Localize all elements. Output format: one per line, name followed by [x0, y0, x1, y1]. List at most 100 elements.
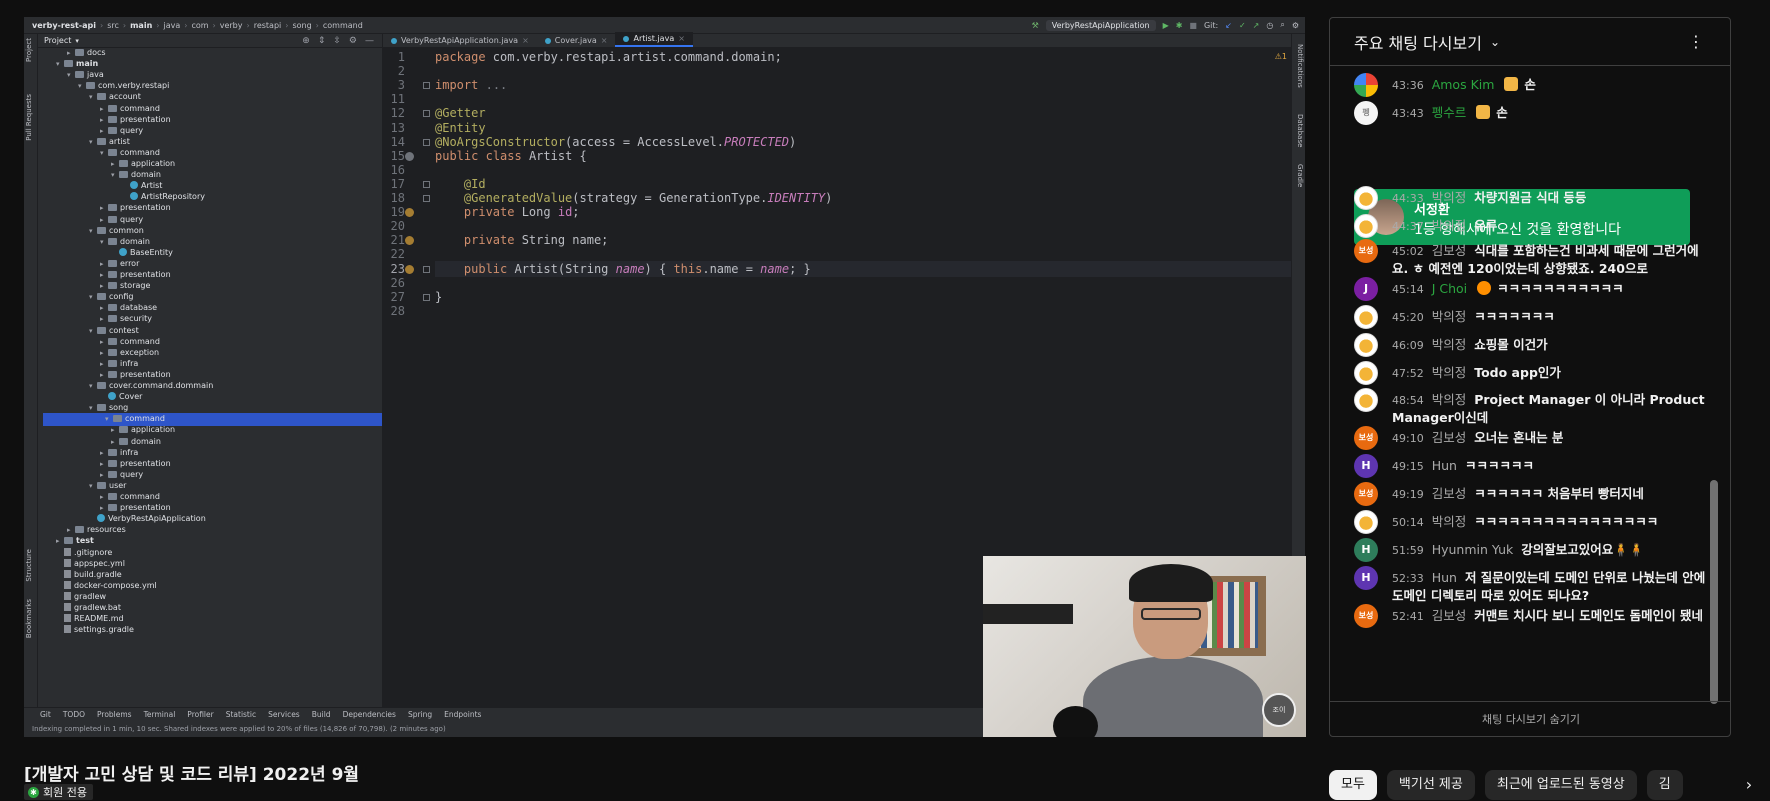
avatar[interactable] — [1354, 186, 1378, 210]
message-author[interactable]: Amos Kim — [1432, 77, 1495, 92]
avatar[interactable]: H — [1354, 538, 1378, 562]
code-line[interactable]: } — [435, 290, 442, 304]
code-line[interactable]: @Getter — [435, 106, 486, 120]
close-icon[interactable]: × — [678, 34, 685, 43]
avatar[interactable] — [1354, 305, 1378, 329]
code-line[interactable]: @Entity — [435, 121, 486, 135]
breadcrumb-item[interactable]: java — [163, 21, 180, 30]
message-author[interactable]: Hun — [1432, 458, 1457, 473]
bottom-tool-terminal[interactable]: Terminal — [144, 710, 176, 719]
bottom-tool-services[interactable]: Services — [268, 710, 300, 719]
bean-gutter-icon[interactable] — [405, 236, 414, 246]
message-author[interactable]: 박의정 — [1432, 190, 1467, 205]
editor-tab[interactable]: Cover.java × — [537, 34, 616, 47]
bean-gutter-icon[interactable] — [405, 208, 414, 218]
bottom-tool-problems[interactable]: Problems — [97, 710, 132, 719]
folder-icon — [108, 204, 117, 212]
message-author[interactable]: 펭수르 — [1432, 105, 1467, 120]
chat-mode-select[interactable]: 주요 채팅 다시보기 — [1354, 30, 1482, 54]
chat-scrollbar[interactable] — [1710, 480, 1718, 704]
avatar[interactable] — [1354, 333, 1378, 357]
editor-tab[interactable]: Artist.java × — [615, 32, 693, 47]
avatar[interactable] — [1354, 388, 1378, 412]
hide-chat-replay-button[interactable]: 채팅 다시보기 숨기기 — [1330, 701, 1730, 736]
class-gutter-icon[interactable] — [405, 151, 414, 161]
filter-chip[interactable]: 김 — [1646, 770, 1683, 800]
close-icon[interactable]: × — [522, 36, 529, 45]
bottom-tool-todo[interactable]: TODO — [63, 710, 85, 719]
message-author[interactable]: Hun — [1432, 570, 1457, 585]
avatar[interactable]: 보성 — [1354, 482, 1378, 506]
tree-item-label: command — [120, 103, 160, 113]
fold-icon[interactable] — [423, 138, 430, 146]
filter-chip[interactable]: 최근에 업로드된 동영상 — [1484, 770, 1637, 800]
message-author[interactable]: J Choi — [1432, 281, 1467, 296]
message-author[interactable]: 박의정 — [1432, 365, 1467, 380]
avatar[interactable] — [1354, 214, 1378, 238]
bottom-tool-dependencies[interactable]: Dependencies — [343, 710, 396, 719]
folder-icon — [108, 337, 117, 345]
message-author[interactable]: 박의정 — [1432, 218, 1467, 233]
avatar[interactable]: H — [1354, 454, 1378, 478]
fold-icon[interactable] — [423, 110, 430, 118]
message-author[interactable]: 김보성 — [1432, 243, 1467, 258]
chevron-right-icon[interactable]: › — [1734, 769, 1764, 801]
bottom-tool-git[interactable]: Git — [40, 710, 51, 719]
more-options-icon[interactable]: ⋮ — [1688, 32, 1704, 51]
avatar[interactable]: 보성 — [1354, 604, 1378, 628]
tree-item-label: common — [109, 225, 144, 235]
fold-icon[interactable] — [423, 293, 430, 301]
avatar[interactable]: 펭 — [1354, 101, 1378, 125]
breadcrumb-item[interactable]: verby — [220, 21, 243, 30]
fold-icon[interactable] — [423, 180, 430, 188]
editor-tab[interactable]: VerbyRestApiApplication.java × — [383, 34, 537, 47]
avatar[interactable] — [1354, 73, 1378, 97]
code-line[interactable]: @NoArgsConstructor(access = AccessLevel.… — [435, 135, 796, 149]
avatar[interactable]: 보성 — [1354, 426, 1378, 450]
code-line[interactable]: public class Artist { — [435, 149, 587, 163]
breadcrumb-item[interactable]: command — [323, 21, 363, 30]
code-line[interactable]: package com.verby.restapi.artist.command… — [435, 50, 782, 64]
message-author[interactable]: 박의정 — [1432, 309, 1467, 324]
bottom-tool-spring[interactable]: Spring — [408, 710, 432, 719]
avatar[interactable] — [1354, 361, 1378, 385]
message-author[interactable]: 박의정 — [1432, 392, 1467, 407]
breadcrumb-item[interactable]: song — [292, 21, 311, 30]
filter-chip[interactable]: 백기선 제공 — [1386, 770, 1475, 800]
code-line[interactable]: private String name; — [435, 233, 609, 247]
filter-chip[interactable]: 모두 — [1329, 770, 1377, 800]
chevron-down-icon[interactable]: ⌄ — [1490, 35, 1500, 49]
bottom-tool-profiler[interactable]: Profiler — [187, 710, 213, 719]
breadcrumb-item[interactable]: src — [107, 21, 119, 30]
folder-icon — [97, 326, 106, 334]
code-line[interactable]: private Long id; — [435, 205, 580, 219]
breadcrumb-item[interactable]: verby-rest-api — [32, 21, 96, 30]
line-number: 26 — [390, 275, 405, 290]
code-line[interactable]: @GeneratedValue(strategy = GenerationTyp… — [435, 191, 832, 205]
bottom-tool-endpoints[interactable]: Endpoints — [444, 710, 481, 719]
message-author[interactable]: 박의정 — [1432, 514, 1467, 529]
message-author[interactable]: 김보성 — [1432, 486, 1467, 501]
code-line[interactable]: import ... — [435, 78, 507, 92]
bean-gutter-icon[interactable] — [405, 264, 414, 274]
fold-icon[interactable] — [423, 195, 430, 202]
bottom-tool-statistic[interactable]: Statistic — [226, 710, 256, 719]
close-icon[interactable]: × — [601, 36, 608, 45]
breadcrumb-item[interactable]: restapi — [254, 21, 282, 30]
message-author[interactable]: Hyunmin Yuk — [1432, 542, 1514, 557]
code-line[interactable]: public Artist(String name) { this.name =… — [435, 262, 811, 276]
avatar[interactable] — [1354, 510, 1378, 534]
fold-icon[interactable] — [423, 82, 430, 90]
avatar[interactable]: J — [1354, 277, 1378, 301]
tree-item[interactable]: settings.gradle — [38, 624, 382, 636]
avatar[interactable]: 보성 — [1354, 239, 1378, 263]
code-line[interactable]: @Id — [435, 177, 486, 191]
message-author[interactable]: 김보성 — [1432, 430, 1467, 445]
message-author[interactable]: 김보성 — [1432, 608, 1467, 623]
breadcrumb-item[interactable]: main — [130, 21, 152, 30]
bottom-tool-build[interactable]: Build — [312, 710, 331, 719]
avatar[interactable]: H — [1354, 566, 1378, 590]
fold-icon[interactable] — [423, 265, 430, 273]
message-author[interactable]: 박의정 — [1432, 337, 1467, 352]
breadcrumb-item[interactable]: com — [191, 21, 208, 30]
